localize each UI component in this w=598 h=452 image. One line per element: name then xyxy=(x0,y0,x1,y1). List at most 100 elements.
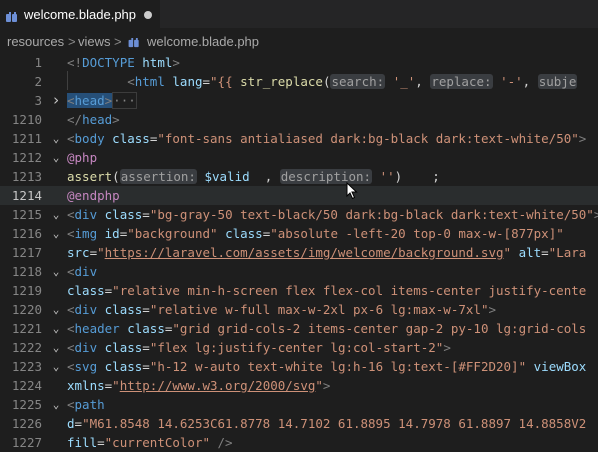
code-token: "{{ xyxy=(210,74,241,89)
code-token: = xyxy=(142,359,150,374)
code-line[interactable]: 2 <html lang="{{ str_replace(search: '_'… xyxy=(0,72,598,91)
fold-expanded-icon[interactable]: ⌄ xyxy=(50,338,62,357)
breadcrumb-item-file[interactable]: welcome.blade.php xyxy=(147,34,259,49)
code-token: > xyxy=(578,131,587,146)
code-token: = xyxy=(142,207,150,222)
code-token: = xyxy=(74,416,83,431)
code-text: <html lang="{{ str_replace(search: '_', … xyxy=(67,72,578,91)
code-token: img xyxy=(74,226,98,241)
code-line[interactable]: 1219 class="relative min-h-screen flex fl… xyxy=(0,281,598,300)
code-token: class xyxy=(104,340,143,355)
code-line[interactable]: 1212 ⌄ @php xyxy=(0,148,598,167)
code-token: assert xyxy=(67,169,113,184)
line-number: 1215 xyxy=(11,207,42,222)
line-number: 1224 xyxy=(11,378,42,393)
code-token: /> xyxy=(217,435,233,450)
code-token: > xyxy=(593,207,598,222)
breadcrumb-item-views[interactable]: views xyxy=(78,34,111,49)
code-token: "flex lg:justify-center lg:col-start-2" xyxy=(149,340,444,355)
code-token: lang xyxy=(172,74,203,89)
code-line[interactable]: 1210 </head> xyxy=(0,110,598,129)
code-token: < xyxy=(67,359,75,374)
line-number: 3 xyxy=(34,93,42,108)
code-token: src xyxy=(67,245,90,260)
code-editor[interactable]: 1 <!DOCTYPE html> 2 <html lang="{{ str_rep… xyxy=(0,52,598,450)
code-line[interactable]: 1220 ⌄ <div class="relative w-full max-w-2… xyxy=(0,300,598,319)
code-line[interactable]: 1225 ⌄ <path xyxy=(0,395,598,414)
code-line[interactable]: 1 <!DOCTYPE html> xyxy=(0,53,598,72)
fold-expanded-icon[interactable]: ⌄ xyxy=(50,224,62,243)
code-token: svg xyxy=(74,359,98,374)
code-token: fill xyxy=(67,435,98,450)
fold-expanded-icon[interactable]: ⌄ xyxy=(50,205,62,224)
inlay-hint: replace: xyxy=(430,74,493,89)
code-line[interactable]: 1218 ⌄ <div xyxy=(0,262,598,281)
code-line[interactable]: 1216 ⌄ <img id="background" class="absolut… xyxy=(0,224,598,243)
code-line[interactable]: 1221 ⌄ <header class="grid grid-cols-2 ite… xyxy=(0,319,598,338)
code-token: class xyxy=(112,131,150,146)
fold-expanded-icon[interactable]: ⌄ xyxy=(50,148,62,167)
code-line[interactable]: 1215 ⌄ <div class="bg-gray-50 text-black/5… xyxy=(0,205,598,224)
line-number: 1210 xyxy=(11,112,42,127)
line-number: 1 xyxy=(34,55,42,70)
code-token: = xyxy=(202,74,211,89)
fold-expanded-icon[interactable]: ⌄ xyxy=(50,357,62,376)
code-token: "M61.8548 14.6253C61.8778 14.7102 61.889… xyxy=(82,416,587,431)
code-text: <path xyxy=(67,395,105,414)
breadcrumb-item-resources[interactable]: resources xyxy=(7,34,64,49)
code-text: @php xyxy=(67,148,97,167)
line-number: 1223 xyxy=(11,359,42,374)
code-line[interactable]: 1214 @endphp xyxy=(0,186,598,205)
code-line[interactable]: 1213 assert(assertion: $valid , descripti… xyxy=(0,167,598,186)
fold-expanded-icon[interactable]: ⌄ xyxy=(50,300,62,319)
code-text: xmlns="http://www.w3.org/2000/svg"> xyxy=(67,376,330,395)
fold-expanded-icon[interactable]: ⌄ xyxy=(50,129,62,148)
code-token: < xyxy=(67,93,75,108)
code-token: "relative w-full max-w-2xl px-6 lg:max-w… xyxy=(149,302,489,317)
code-line[interactable]: 1223 ⌄ <svg class="h-12 w-auto text-white … xyxy=(0,357,598,376)
code-text: <!DOCTYPE html> xyxy=(67,53,180,72)
code-line[interactable]: 1226 d="M61.8548 14.6253C61.8778 14.7102 … xyxy=(0,414,598,433)
code-text: <body class="font-sans antialiased dark:… xyxy=(67,129,586,148)
code-text: d="M61.8548 14.6253C61.8778 14.7102 61.8… xyxy=(67,414,586,433)
code-token: ( xyxy=(112,169,120,184)
code-token: str_replace xyxy=(240,74,323,89)
code-token: < xyxy=(67,302,75,317)
code-token: http://www.w3.org/2000/svg xyxy=(119,378,316,393)
fold-expanded-icon[interactable]: ⌄ xyxy=(50,319,62,338)
blade-file-icon xyxy=(128,37,142,48)
code-token: < xyxy=(67,340,75,355)
code-token: , xyxy=(415,74,431,89)
code-line[interactable]: 1224 xmlns="http://www.w3.org/2000/svg"> xyxy=(0,376,598,395)
code-token: '_' xyxy=(392,74,416,89)
code-token: ) ; xyxy=(394,169,440,184)
unsaved-dot-icon[interactable] xyxy=(144,11,152,19)
code-token: class xyxy=(127,321,165,336)
code-line[interactable]: 3 › <head>··· xyxy=(0,91,598,110)
tab-welcome-blade[interactable]: welcome.blade.php xyxy=(0,0,160,28)
line-number: 1222 xyxy=(11,340,42,355)
code-token: < xyxy=(127,74,135,89)
line-number: 1225 xyxy=(11,397,42,412)
code-token: > xyxy=(112,112,120,127)
code-token: @endphp xyxy=(67,188,120,203)
inlay-hint: search: xyxy=(330,74,386,89)
code-line[interactable]: 1227 fill="currentColor" /> xyxy=(0,433,598,452)
fold-expanded-icon[interactable]: ⌄ xyxy=(50,395,62,414)
fold-expanded-icon[interactable]: ⌄ xyxy=(50,262,62,281)
code-text: <div class="relative w-full max-w-2xl px… xyxy=(67,300,496,319)
code-token: viewBox xyxy=(533,359,587,374)
code-token: class xyxy=(104,359,143,374)
code-token: alt xyxy=(518,245,542,260)
code-line[interactable]: 1211 ⌄ <body class="font-sans antialiased … xyxy=(0,129,598,148)
code-token: = xyxy=(541,245,549,260)
code-line[interactable]: 1222 ⌄ <div class="flex lg:justify-center … xyxy=(0,338,598,357)
code-token: "currentColor" xyxy=(104,435,210,450)
fold-collapsed-icon[interactable]: › xyxy=(50,91,62,110)
code-line[interactable]: 1217 src="https://laravel.com/assets/img/… xyxy=(0,243,598,262)
